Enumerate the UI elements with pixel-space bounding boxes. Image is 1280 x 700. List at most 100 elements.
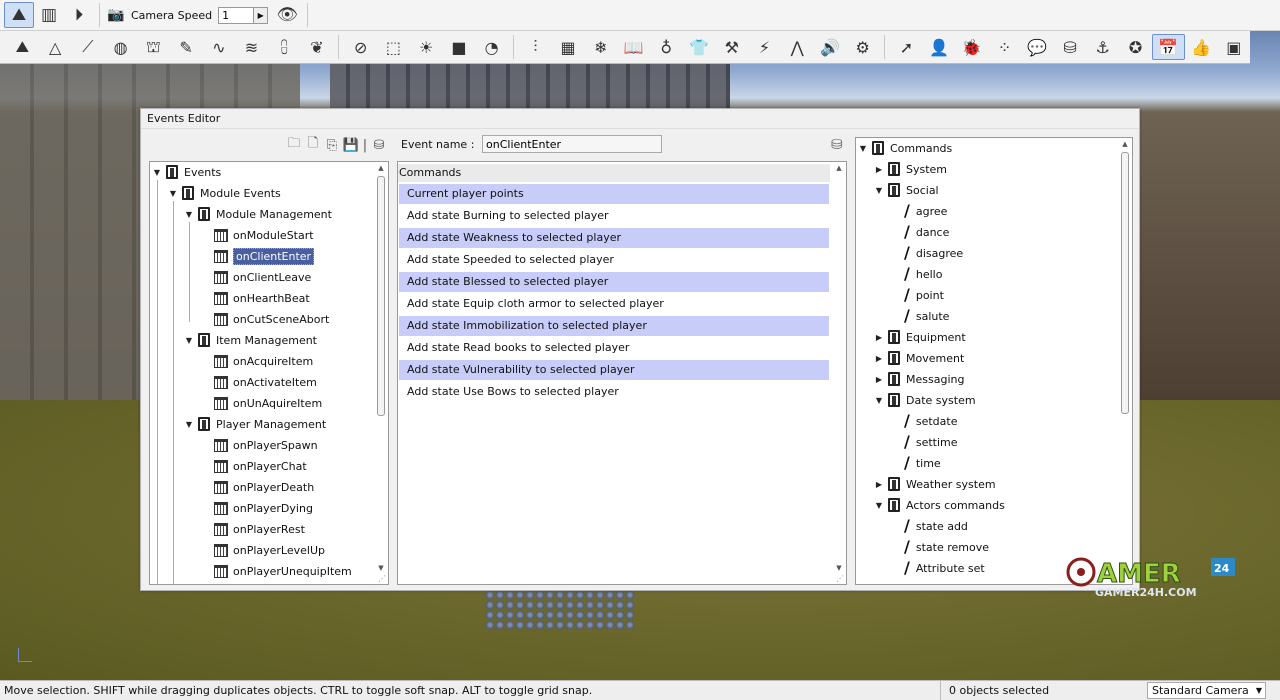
tree-command-group[interactable]: ▶ Movement xyxy=(872,349,964,367)
layout-icon[interactable]: ▥ xyxy=(34,2,64,28)
copy-icon[interactable]: ⎘ xyxy=(324,137,340,153)
compass-icon[interactable]: ⊘ xyxy=(344,34,377,60)
collapse-arrow-icon[interactable]: ▶ xyxy=(872,354,886,363)
camera-mode-select[interactable]: Standard Camera ▼ xyxy=(1147,682,1266,699)
command-row[interactable]: Add state Read books to selected player xyxy=(399,338,829,358)
tree-root-commands[interactable]: ▼ Commands xyxy=(856,139,952,157)
tree-event-item[interactable]: onPlayerSpawn xyxy=(214,436,318,454)
tree-event-item[interactable]: onUnAquireItem xyxy=(214,394,322,412)
terrain-paint-icon[interactable]: ⛰ xyxy=(6,34,39,60)
event-name-input[interactable] xyxy=(482,135,662,153)
expand-arrow-icon[interactable]: ▼ xyxy=(872,501,886,510)
book-icon[interactable]: 📖 xyxy=(617,34,650,60)
camera-icon[interactable]: 📷 xyxy=(105,2,127,28)
table-icon[interactable]: ▦ xyxy=(552,34,585,60)
events-scrollbar[interactable]: ▲ ▼ xyxy=(376,164,386,574)
folder-icon[interactable]: 🗀 xyxy=(286,136,302,153)
tree-command-item[interactable]: / disagree xyxy=(904,244,963,262)
scroll-down-icon[interactable]: ▼ xyxy=(834,564,844,574)
expand-arrow-icon[interactable]: ▼ xyxy=(150,168,164,177)
smooth-icon[interactable]: ∿ xyxy=(202,34,235,60)
collapse-arrow-icon[interactable]: ▶ xyxy=(872,480,886,489)
scroll-thumb[interactable] xyxy=(377,176,385,416)
badge-icon[interactable]: ✪ xyxy=(1119,34,1152,60)
scroll-down-icon[interactable]: ▼ xyxy=(376,564,386,574)
expand-arrow-icon[interactable]: ▼ xyxy=(872,186,886,195)
globe-icon[interactable]: ◍ xyxy=(104,34,137,60)
collapse-arrow-icon[interactable]: ▶ xyxy=(872,375,886,384)
expand-arrow-icon[interactable]: ▼ xyxy=(166,189,180,198)
tree-command-group[interactable]: ▼ Date system xyxy=(872,391,976,409)
resize-grip-icon[interactable]: ⋰ xyxy=(836,574,844,583)
bug-icon[interactable]: 🐞 xyxy=(956,34,989,60)
new-file-icon[interactable]: 🗋 xyxy=(305,136,321,153)
scroll-up-icon[interactable]: ▲ xyxy=(376,164,386,174)
tree-command-item[interactable]: / time xyxy=(904,454,941,472)
tree-event-item[interactable]: onCutSceneAbort xyxy=(214,310,329,328)
command-row[interactable]: Add state Vulnerability to selected play… xyxy=(399,360,829,380)
speaker-icon[interactable]: 🔊 xyxy=(814,34,847,60)
tree-command-group[interactable]: ▼ Social xyxy=(872,181,939,199)
network-icon[interactable]: ⁘ xyxy=(988,34,1021,60)
ring-icon[interactable]: ♁ xyxy=(650,34,683,60)
tree-group-module-events[interactable]: ▼ Module Events xyxy=(166,184,281,202)
tree-event-item[interactable]: onHearthBeat xyxy=(214,289,310,307)
cube-icon[interactable]: ■ xyxy=(443,34,476,60)
calendar-icon[interactable]: 📅 xyxy=(1151,34,1185,60)
brush-icon[interactable]: ⟋ xyxy=(71,34,104,60)
command-row[interactable]: Add state Burning to selected player xyxy=(399,206,829,226)
scroll-up-icon[interactable]: ▲ xyxy=(834,164,844,174)
tree-command-item[interactable]: / setdate xyxy=(904,412,957,430)
tree-command-item[interactable]: / hello xyxy=(904,265,942,283)
waveform-icon[interactable]: ⋀ xyxy=(781,34,814,60)
wand-icon[interactable]: ⚡ xyxy=(748,34,781,60)
tree-command-group[interactable]: ▶ Equipment xyxy=(872,328,966,346)
command-row[interactable]: Current player points xyxy=(399,184,829,204)
crop-icon[interactable]: ⬚ xyxy=(377,34,410,60)
tree-command-group[interactable]: ▶ Messaging xyxy=(872,370,964,388)
leaf-icon[interactable]: ❦ xyxy=(301,34,334,60)
database-icon[interactable]: ⛁ xyxy=(831,137,843,153)
sliders-icon[interactable]: ⫶ xyxy=(519,34,552,60)
hammer-icon[interactable]: ⚒ xyxy=(715,34,748,60)
command-row[interactable]: Add state Immobilization to selected pla… xyxy=(399,316,829,336)
commands-scrollbar[interactable]: ▲ ▼ xyxy=(834,164,844,574)
stamp-icon[interactable]: ⛫ xyxy=(137,34,170,60)
thumbs-up-icon[interactable]: 👍 xyxy=(1185,34,1218,60)
mesh-icon[interactable]: △ xyxy=(39,34,72,60)
command-row[interactable]: Add state Weakness to selected player xyxy=(399,228,829,248)
arrow-icon[interactable]: ➚ xyxy=(890,34,923,60)
flatten-icon[interactable]: ⩉ xyxy=(268,34,301,60)
tree-event-item[interactable]: onPlayerDying xyxy=(214,499,313,517)
expand-arrow-icon[interactable]: ▼ xyxy=(182,420,196,429)
tree-event-item[interactable]: onActivateItem xyxy=(214,373,317,391)
erode-icon[interactable]: ≋ xyxy=(235,34,268,60)
tree-group[interactable]: ▼ Player Management xyxy=(182,415,326,433)
tree-command-item[interactable]: / salute xyxy=(904,307,949,325)
tree-event-item[interactable]: onPlayerRest xyxy=(214,520,305,538)
expand-arrow-icon[interactable]: ▼ xyxy=(182,336,196,345)
tree-event-item[interactable]: onClientLeave xyxy=(214,268,311,286)
sun-icon[interactable]: ☀ xyxy=(410,34,443,60)
tree-command-group[interactable]: ▶ System xyxy=(872,160,947,178)
database-icon[interactable]: ⛁ xyxy=(1054,34,1087,60)
camera-speed-stepper[interactable]: ▶ xyxy=(218,6,269,24)
tree-event-item[interactable]: onModuleStart xyxy=(214,226,314,244)
shirt-icon[interactable]: 👕 xyxy=(683,34,716,60)
command-row[interactable]: Add state Speeded to selected player xyxy=(399,250,829,270)
tree-event-item[interactable]: onPlayerLevelUp xyxy=(214,541,325,559)
camera-speed-input[interactable] xyxy=(219,7,254,23)
command-row[interactable]: Add state Equip cloth armor to selected … xyxy=(399,294,829,314)
person-icon[interactable]: 👤 xyxy=(923,34,956,60)
tree-command-item[interactable]: / point xyxy=(904,286,944,304)
tree-command-item[interactable]: / dance xyxy=(904,223,949,241)
command-row[interactable]: Add state Use Bows to selected player xyxy=(399,382,829,402)
collapse-arrow-icon[interactable]: ▶ xyxy=(872,333,886,342)
eye-icon[interactable]: 👁 xyxy=(272,2,302,28)
tree-command-item[interactable]: / state add xyxy=(904,517,968,535)
sphere-icon[interactable]: ◔ xyxy=(475,34,508,60)
stepper-arrow-icon[interactable]: ▶ xyxy=(253,7,268,23)
tree-command-item[interactable]: / settime xyxy=(904,433,958,451)
tree-command-group[interactable]: ▶ Weather system xyxy=(872,475,996,493)
play-icon[interactable]: ⏵ xyxy=(64,2,94,28)
